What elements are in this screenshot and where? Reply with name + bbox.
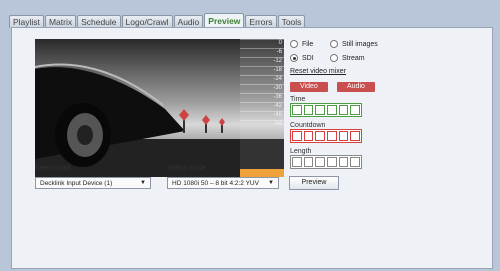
meter-tick: -18 xyxy=(240,66,284,75)
video-button[interactable]: Video xyxy=(290,82,328,92)
source-stream-option[interactable]: Stream xyxy=(330,54,365,62)
preview-button[interactable]: Preview xyxy=(289,176,339,190)
meter-level-bar xyxy=(240,168,284,177)
mode-select-value: HD 1080i 50 – 8 bit 4:2:2 YUV xyxy=(172,179,259,187)
preview-panel: 0 -6 -12 -18 -24 -30 -36 -42 -48 -54 Fil… xyxy=(11,27,493,269)
source-sdi-option[interactable]: SDI xyxy=(290,54,314,62)
meter-tick: -54 xyxy=(240,120,284,129)
chevron-down-icon: ▼ xyxy=(268,179,274,186)
meter-tick: -36 xyxy=(240,93,284,102)
tab-preview[interactable]: Preview xyxy=(204,13,245,28)
reset-video-mixer-link[interactable]: Reset video mixer xyxy=(290,68,346,75)
stream-label: Stream xyxy=(342,54,365,62)
meter-tick: -6 xyxy=(240,48,284,57)
sdi-label: SDI xyxy=(302,54,314,62)
meter-tick: -12 xyxy=(240,57,284,66)
file-label: File xyxy=(302,40,314,48)
meter-tick: -48 xyxy=(240,111,284,120)
source-still-images-option[interactable]: Still images xyxy=(330,40,378,48)
sdi-radio[interactable] xyxy=(290,54,298,62)
tab-bar: Playlist Matrix Schedule Logo/Crawl Audi… xyxy=(9,12,306,28)
card-select-value: Decklink Input Device (1) xyxy=(40,179,113,187)
countdown-display xyxy=(290,129,362,143)
time-label: Time xyxy=(290,96,306,103)
meter-tick: 0 xyxy=(240,39,284,48)
audio-button[interactable]: Audio xyxy=(337,82,375,92)
still-images-label: Still images xyxy=(342,40,378,48)
file-radio[interactable] xyxy=(290,40,298,48)
mode-select[interactable]: HD 1080i 50 – 8 bit 4:2:2 YUV ▼ xyxy=(167,177,279,189)
countdown-label: Countdown xyxy=(290,122,326,129)
video-preview: 0 -6 -12 -18 -24 -30 -36 -42 -48 -54 xyxy=(35,39,284,177)
chevron-down-icon: ▼ xyxy=(140,179,146,186)
select-mode-label: Select mode xyxy=(167,165,206,172)
meter-tick: -42 xyxy=(240,102,284,111)
meter-tick: -24 xyxy=(240,75,284,84)
stream-radio[interactable] xyxy=(330,54,338,62)
source-file-option[interactable]: File xyxy=(290,40,313,48)
time-display xyxy=(290,103,362,117)
length-label: Length xyxy=(290,148,312,155)
select-card-label: Select card xyxy=(35,165,71,172)
still-images-radio[interactable] xyxy=(330,40,338,48)
audio-level-meter: 0 -6 -12 -18 -24 -30 -36 -42 -48 -54 xyxy=(240,39,284,177)
meter-tick: -30 xyxy=(240,84,284,93)
length-display xyxy=(290,155,362,169)
card-select[interactable]: Decklink Input Device (1) ▼ xyxy=(35,177,151,189)
